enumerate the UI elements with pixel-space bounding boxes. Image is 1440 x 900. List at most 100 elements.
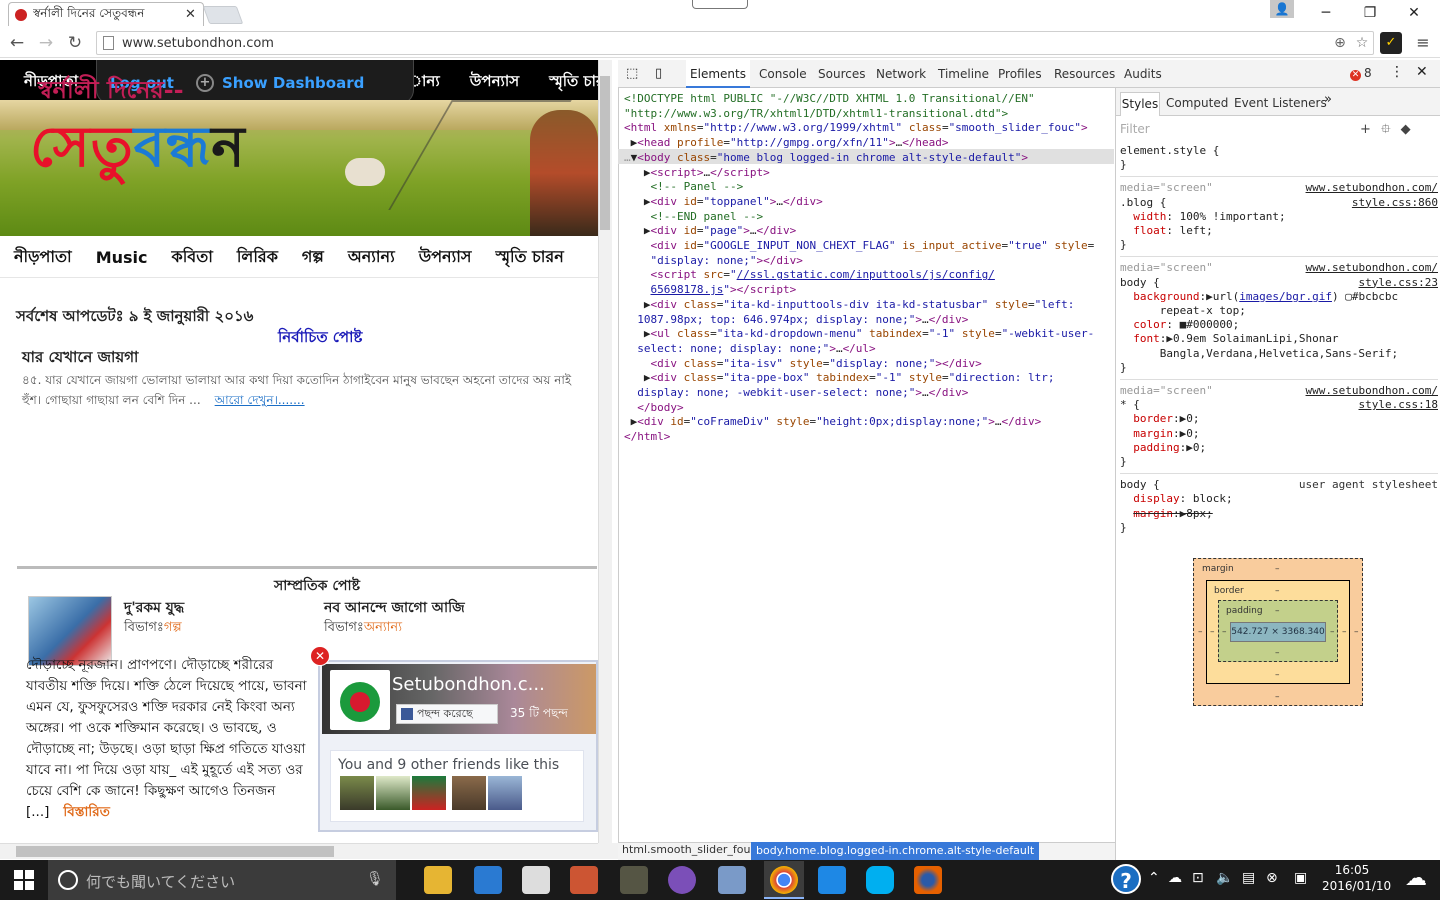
forward-icon[interactable]: → <box>36 33 56 53</box>
category-link[interactable]: অন্যান্য <box>364 620 402 635</box>
chrome-menu-icon[interactable]: ≡ <box>1412 33 1434 53</box>
reload-icon[interactable]: ↻ <box>65 33 85 53</box>
weather-icon[interactable]: ☁ <box>1400 864 1432 894</box>
banner-name-part1: সেতু <box>30 114 134 180</box>
clock[interactable]: 16:05 2016/01/10 <box>1322 862 1392 894</box>
chrome-icon <box>770 866 798 894</box>
nav-home[interactable]: নীড়পাতা <box>14 244 72 271</box>
recent-post2-title[interactable]: নব আনন্দে জাগো আজি <box>324 596 465 620</box>
breadcrumb-html[interactable]: html.smooth_slider_fouc <box>622 843 756 856</box>
clock-date: 2016/01/10 <box>1322 879 1392 893</box>
onedrive-icon[interactable]: ☁ <box>1168 870 1182 886</box>
nav-music[interactable]: Music <box>96 248 148 267</box>
friend-avatar[interactable] <box>488 776 522 810</box>
viber-icon[interactable] <box>668 866 696 894</box>
browser-tab[interactable]: স্বর্নালী দিনের সেতুবন্ধন ✕ <box>8 2 204 26</box>
notification-icon[interactable]: ▤ <box>1242 870 1255 886</box>
error-count: 8 <box>1364 66 1372 80</box>
extension-icon[interactable]: ✓ <box>1380 32 1402 54</box>
styles-rules[interactable]: element.style { } media="screen" www.setu… <box>1120 144 1438 535</box>
friend-avatar[interactable] <box>452 776 486 810</box>
tab-timeline[interactable]: Timeline <box>938 67 989 81</box>
vertical-scroll-thumb[interactable] <box>600 76 610 230</box>
store-icon[interactable] <box>474 866 502 894</box>
app-icon[interactable] <box>620 866 648 894</box>
back-icon[interactable]: ← <box>7 33 27 53</box>
nav-story[interactable]: গল্প <box>302 244 324 271</box>
nav-poem[interactable]: কবিতা <box>172 244 213 271</box>
cortana-icon <box>58 870 78 890</box>
close-widget-icon[interactable]: ✕ <box>310 646 330 666</box>
close-tab-icon[interactable]: ✕ <box>185 7 197 22</box>
profile-icon[interactable]: 👤 <box>1270 0 1294 18</box>
app-icon[interactable] <box>718 866 746 894</box>
address-bar[interactable]: www.setubondhon.com ⊕ ☆ <box>96 31 1374 55</box>
restore-icon[interactable]: ❐ <box>1358 4 1382 22</box>
main-nav: নীড়পাতা Music কবিতা লিরিক গল্প অন্যান্য… <box>0 238 598 278</box>
styles-filter-input[interactable]: Filter <box>1120 122 1150 136</box>
nav-memory[interactable]: স্মৃতি চারন <box>495 244 563 271</box>
microphone-icon[interactable]: 🎙 <box>366 871 384 887</box>
tab-resources[interactable]: Resources <box>1054 67 1115 81</box>
error-counter[interactable]: ✕ 8 <box>1350 66 1372 81</box>
close-devtools-icon[interactable]: ✕ <box>1416 64 1428 80</box>
top-link-memory[interactable]: স্মৃতি চার <box>549 70 598 95</box>
file-explorer-icon[interactable] <box>424 866 452 894</box>
nav-novel[interactable]: উপন্যাস <box>419 244 472 271</box>
more-tabs-icon[interactable]: » <box>1324 92 1332 107</box>
facebook-like-button[interactable]: পছন্দ করেছে <box>396 704 498 724</box>
top-link-novel[interactable]: উপন্যাস <box>470 70 519 95</box>
show-dashboard-link[interactable]: + Show Dashboard <box>196 74 364 92</box>
tab-styles[interactable]: Styles <box>1120 92 1160 116</box>
nav-lyric[interactable]: লিরিক <box>237 244 278 271</box>
bookmark-star-icon[interactable]: ☆ <box>1351 35 1373 51</box>
close-window-icon[interactable]: ✕ <box>1402 4 1426 22</box>
friend-avatar[interactable] <box>412 776 446 810</box>
tab-profiles[interactable]: Profiles <box>998 67 1042 81</box>
ime-mode-icon[interactable]: ▣ <box>1294 870 1307 886</box>
cortana-search-placeholder: 何でも聞いてください <box>86 873 236 891</box>
breadcrumb-body[interactable]: body.home.blog.logged-in.chrome.alt-styl… <box>751 842 1040 860</box>
horizontal-scroll-thumb[interactable] <box>16 846 334 857</box>
mail-icon[interactable] <box>522 866 550 894</box>
featured-post-title[interactable]: যার যেখানে জায়গা <box>22 346 138 371</box>
devtools-menu-icon[interactable]: ⋮ <box>1390 64 1404 80</box>
tab-event-listeners[interactable]: Event Listeners <box>1234 96 1327 110</box>
error-icon: ✕ <box>1350 70 1361 81</box>
minimize-icon[interactable]: ─ <box>1314 4 1338 22</box>
category-link[interactable]: গল্প <box>164 620 182 635</box>
tab-network[interactable]: Network <box>876 67 926 81</box>
device-mode-icon[interactable]: ▯ <box>655 66 662 81</box>
nav-other[interactable]: অন্যান্য <box>348 244 395 271</box>
inspect-element-icon[interactable]: ⬚ <box>626 66 638 81</box>
recent-post1-title[interactable]: দু'রকম যুদ্ধ <box>124 596 184 620</box>
network-icon[interactable]: ⊡ <box>1192 870 1204 886</box>
tab-computed[interactable]: Computed <box>1166 96 1228 110</box>
tab-elements[interactable]: Elements <box>686 60 750 88</box>
app-icon[interactable] <box>570 866 598 894</box>
firefox-icon[interactable] <box>914 866 942 894</box>
read-more-link[interactable]: বিস্তারিত <box>63 804 109 820</box>
tab-audits[interactable]: Audits <box>1124 67 1162 81</box>
tray-app-icon[interactable]: ⊗ <box>1266 870 1278 886</box>
zoom-icon[interactable]: ⊕ <box>1329 35 1351 51</box>
tab-console[interactable]: Console <box>759 67 807 81</box>
tab-sources[interactable]: Sources <box>818 67 865 81</box>
skype-icon[interactable] <box>866 866 894 894</box>
facebook-page-logo[interactable] <box>330 670 390 730</box>
devtools-splitter[interactable] <box>1115 88 1116 860</box>
windows-start-icon[interactable] <box>14 870 34 890</box>
url-text: www.setubondhon.com <box>122 35 274 51</box>
styles-toolbar-icons[interactable]: +⯐◆ <box>1360 120 1421 142</box>
volume-icon[interactable]: 🔈 <box>1216 870 1233 886</box>
help-icon[interactable]: ? <box>1111 864 1141 894</box>
dom-tree[interactable]: <!DOCTYPE html PUBLIC "-//W3C//DTD XHTML… <box>624 92 1114 445</box>
boxmodel-dash: – <box>1275 692 1280 702</box>
featured-more-link[interactable]: আরো দেখুন।....... <box>215 393 305 407</box>
friend-avatar[interactable] <box>340 776 374 810</box>
friend-avatar[interactable] <box>376 776 410 810</box>
new-tab-button[interactable] <box>202 6 244 24</box>
facebook-page-name[interactable]: Setubondhon.c... <box>392 674 545 695</box>
edge-icon[interactable] <box>818 866 846 894</box>
tray-chevron-icon[interactable]: ⌃ <box>1148 870 1160 886</box>
